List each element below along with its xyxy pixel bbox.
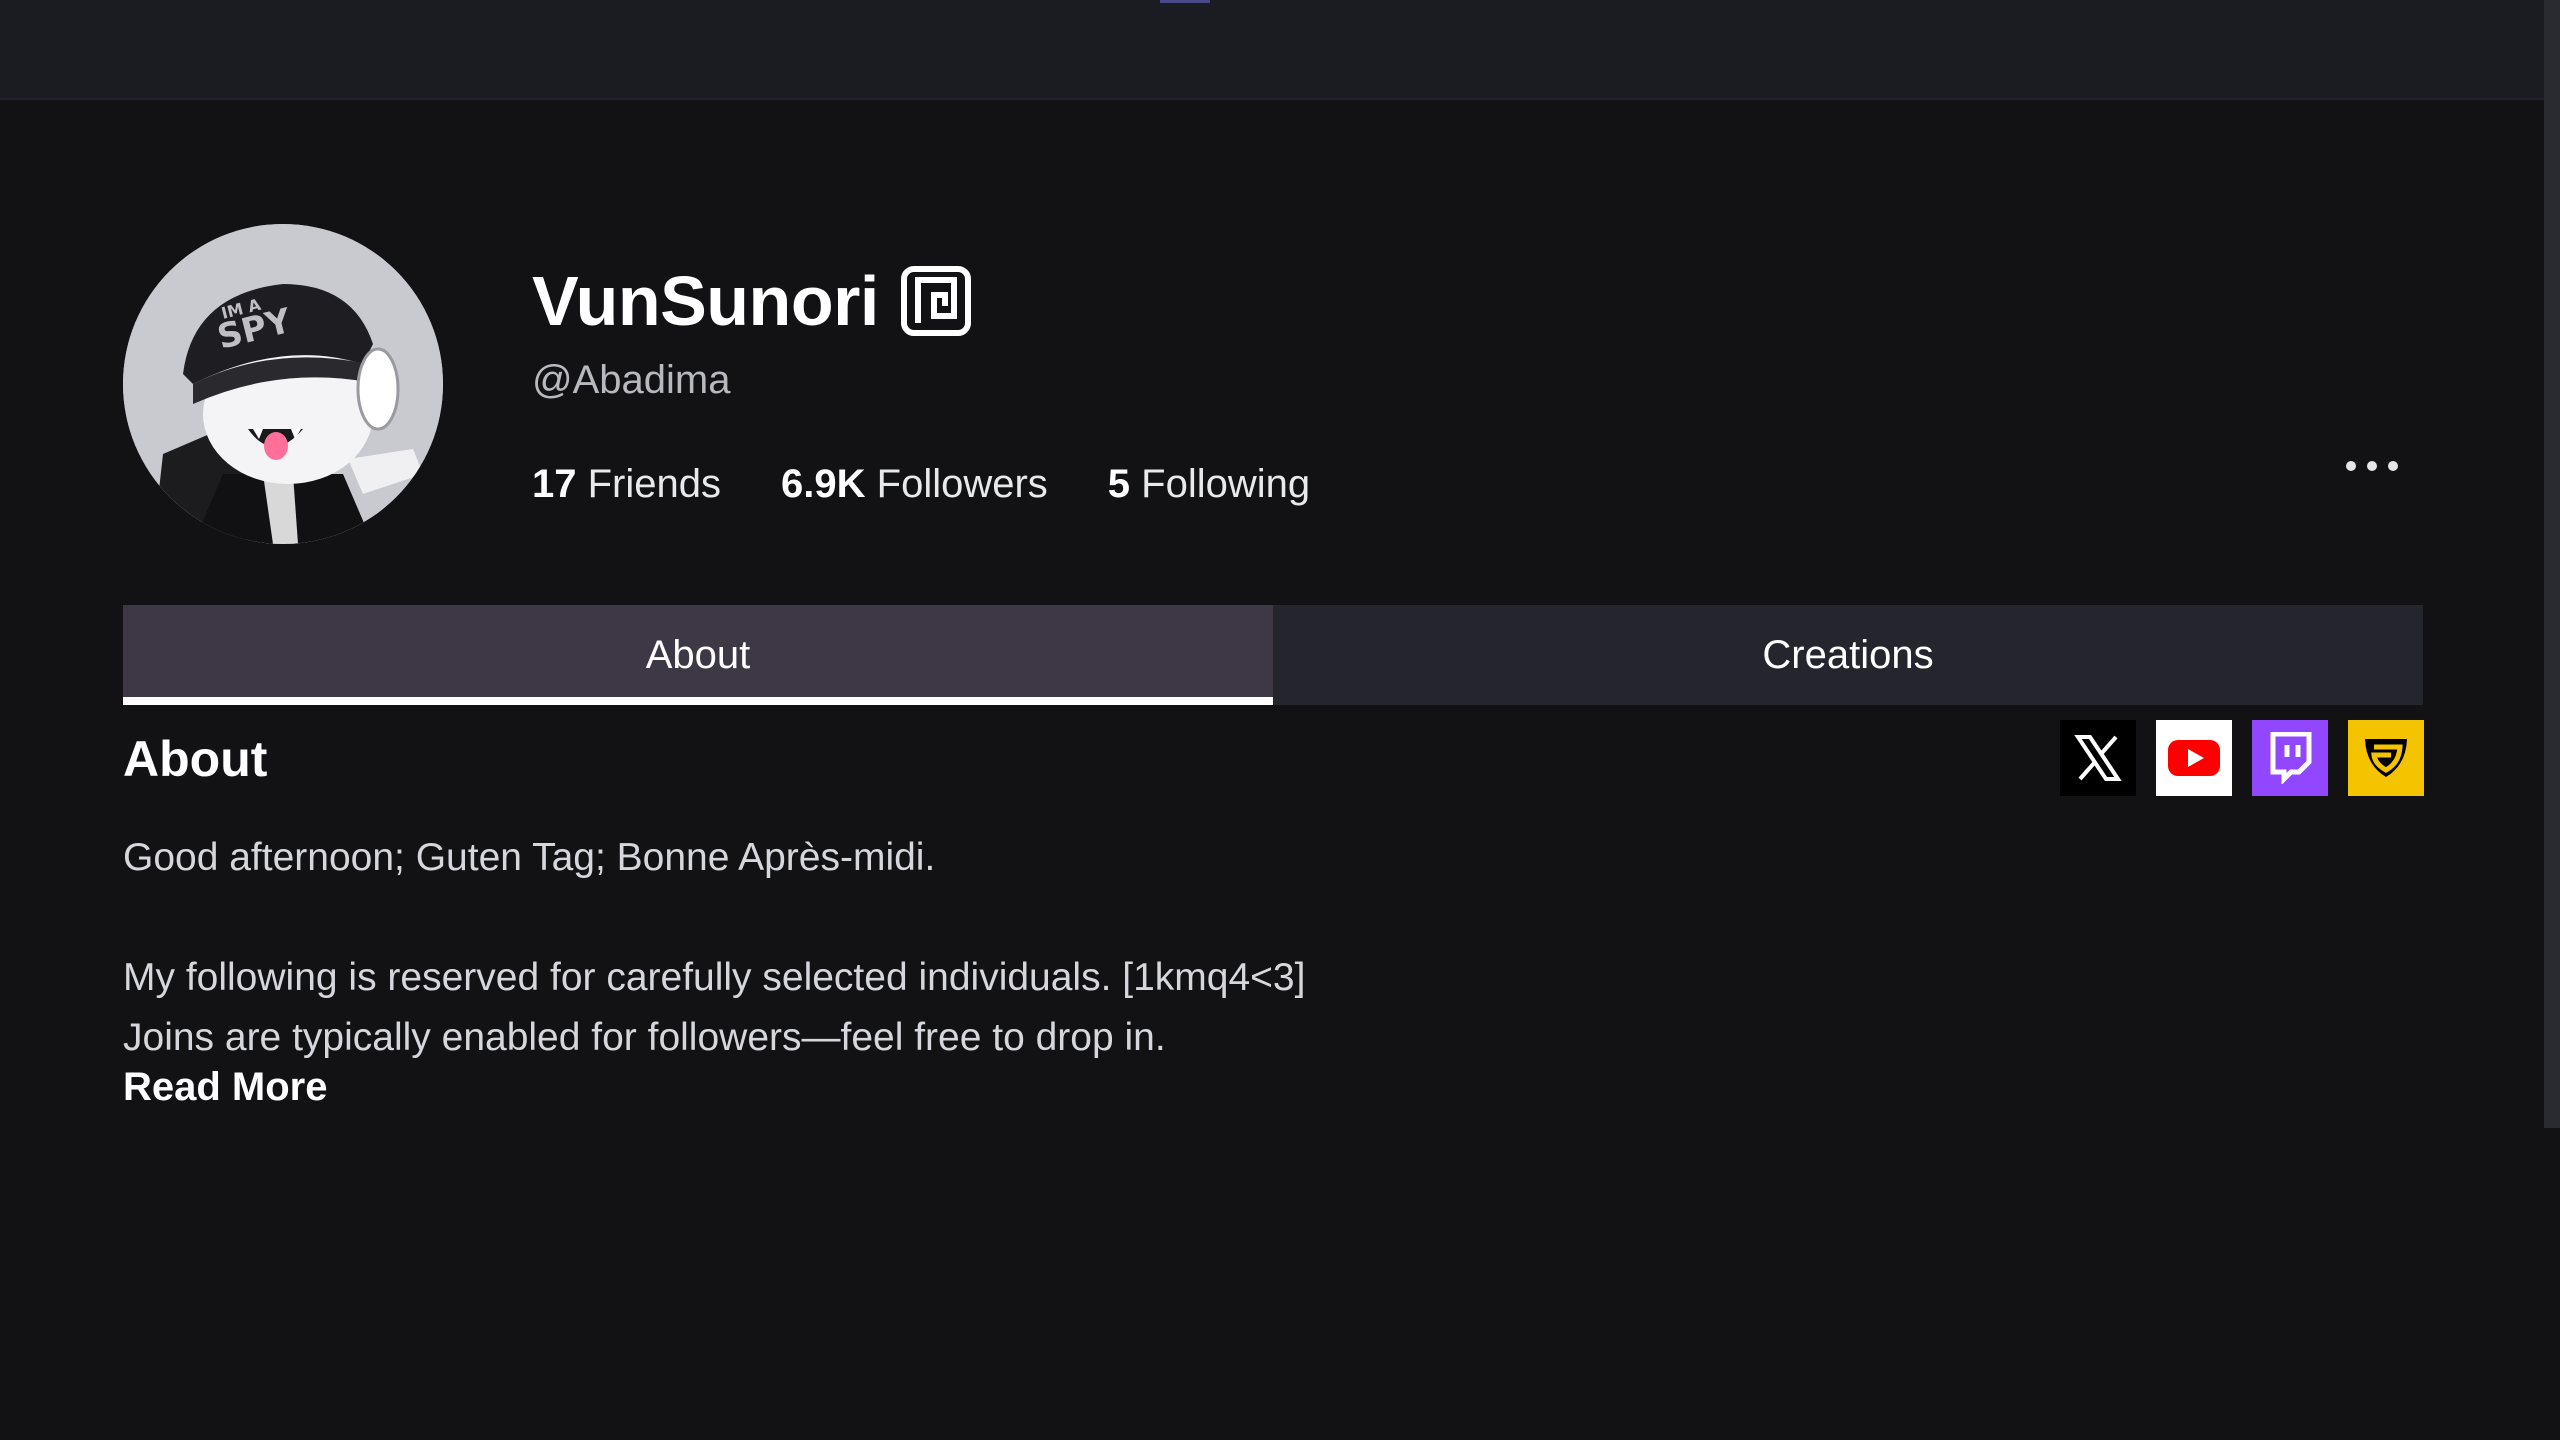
tab-about[interactable]: About [123, 605, 1273, 705]
profile-stats: 17 Friends 6.9K Followers 5 Following [532, 462, 1310, 507]
topbar-accent [1160, 0, 1210, 3]
dot [2346, 461, 2356, 471]
friends-label: Friends [587, 462, 722, 506]
bio-line: Joins are typically enabled for follower… [123, 1016, 1166, 1059]
friends-count: 17 [532, 462, 577, 506]
avatar[interactable]: SPY IM A [123, 224, 443, 544]
followers-count: 6.9K [781, 462, 866, 506]
following-count: 5 [1107, 462, 1131, 506]
display-name: VunSunori [532, 262, 879, 340]
about-text: Good afternoon; Guten Tag; Bonne Après-m… [123, 828, 1623, 1068]
followers-label: Followers [876, 462, 1048, 506]
dot [2367, 461, 2377, 471]
friends-stat[interactable]: 17 Friends [532, 462, 721, 507]
following-label: Following [1141, 462, 1311, 506]
x-twitter-icon[interactable] [2060, 720, 2136, 796]
guilded-icon[interactable] [2348, 720, 2424, 796]
scrollbar-thumb[interactable] [2544, 0, 2560, 1128]
more-options-icon[interactable] [2346, 448, 2398, 484]
followers-stat[interactable]: 6.9K Followers [781, 462, 1048, 507]
premium-badge-icon[interactable] [900, 266, 971, 336]
display-name-row: VunSunori [532, 258, 971, 344]
username: @Abadima [532, 358, 731, 402]
read-more-link[interactable]: Read More [123, 1065, 328, 1110]
dot [2388, 461, 2398, 471]
avatar-image: SPY IM A [123, 224, 443, 544]
top-navigation-bar [0, 0, 2544, 100]
scrollbar-track[interactable] [2544, 0, 2560, 1440]
profile-tabs: About Creations [123, 605, 2423, 705]
social-links [2060, 720, 2424, 796]
tab-creations[interactable]: Creations [1273, 605, 2423, 705]
bio-line: My following is reserved for carefully s… [123, 956, 1306, 999]
twitch-icon[interactable] [2252, 720, 2328, 796]
about-heading: About [123, 731, 268, 787]
bio-line: Good afternoon; Guten Tag; Bonne Après-m… [123, 836, 936, 879]
youtube-icon[interactable] [2156, 720, 2232, 796]
bio-blank-line [123, 888, 1623, 948]
following-stat[interactable]: 5 Following [1108, 462, 1310, 507]
